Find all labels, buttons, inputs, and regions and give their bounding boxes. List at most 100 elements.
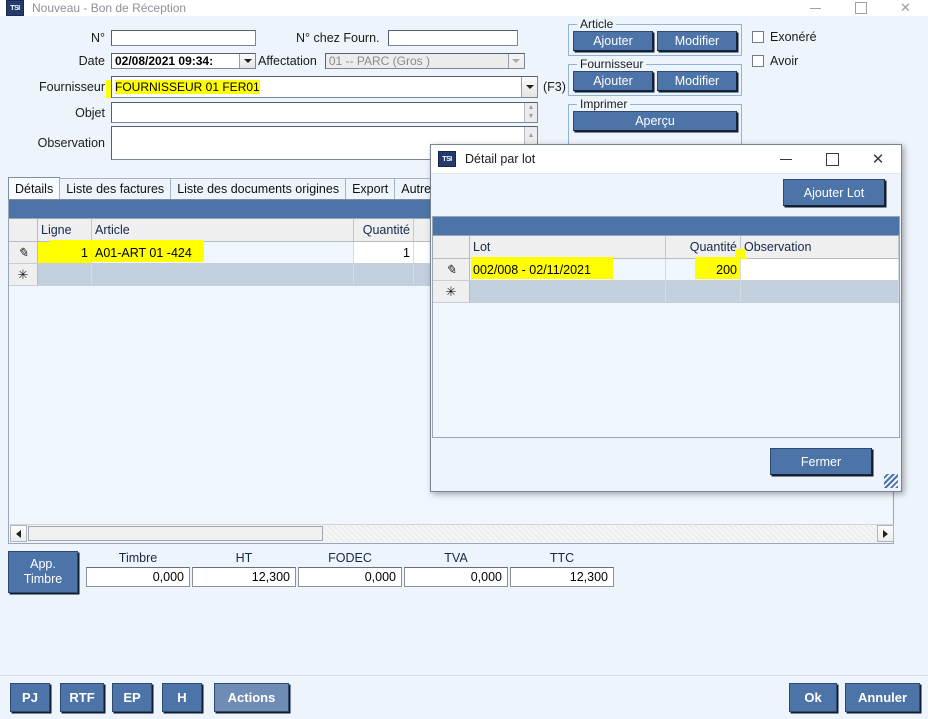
label-fournisseur: Fournisseur — [39, 80, 105, 94]
maximize-icon[interactable] — [838, 0, 883, 16]
objet-spinner[interactable]: ▲ ▼ — [524, 103, 537, 122]
ok-button[interactable]: Ok — [789, 683, 837, 712]
total-ttc-label: TTC — [549, 551, 575, 565]
cell-lot-quantite — [666, 281, 741, 302]
tab-details[interactable]: Détails — [8, 177, 61, 199]
scroll-right-icon[interactable] — [877, 525, 894, 542]
col-ligne[interactable]: Ligne — [38, 219, 92, 241]
date-combo[interactable]: 02/08/2021 09:34: — [111, 53, 256, 69]
fournisseur-value: FOURNISSEUR 01 FER01 — [115, 80, 260, 94]
total-ht: HT 12,300 — [192, 551, 296, 587]
ajouter-lot-button[interactable]: Ajouter Lot — [783, 179, 885, 206]
total-ht-label: HT — [235, 551, 253, 565]
scroll-left-icon[interactable] — [10, 525, 27, 542]
col-lot-quantite[interactable]: Quantité — [666, 236, 741, 258]
checkbox-exonere[interactable]: Exonéré — [752, 30, 817, 44]
hscroll-track[interactable] — [323, 525, 877, 542]
affectation-dropdown-arrow[interactable] — [507, 54, 524, 68]
fournisseur-dropdown-arrow[interactable] — [521, 77, 537, 97]
ep-button[interactable]: EP — [112, 683, 152, 712]
cell-ligne: 1 — [38, 242, 92, 263]
label-observation: Observation — [37, 136, 105, 150]
cell-lot — [470, 281, 666, 302]
tab-liste-des-factures[interactable]: Liste des factures — [59, 178, 172, 199]
dialog-toolbar: Ajouter Lot — [431, 174, 901, 217]
cell-lot-quantite: 200 — [666, 259, 741, 280]
affectation-combo[interactable]: 01 -- PARC (Gros ) — [324, 53, 525, 69]
tab-liste-des-documents-origines[interactable]: Liste des documents origines — [170, 178, 347, 199]
hscroll-thumb[interactable] — [28, 526, 323, 541]
pencil-icon: ✎ — [445, 261, 457, 277]
checkbox-exonere-box[interactable] — [752, 31, 764, 43]
total-timbre-label: Timbre — [118, 551, 158, 565]
group-imprimer-legend: Imprimer — [577, 97, 631, 111]
article-modifier-button[interactable]: Modifier — [657, 31, 737, 51]
col-article[interactable]: Article — [92, 219, 354, 241]
details-grid-hscrollbar[interactable] — [10, 524, 894, 542]
col-lot-observation[interactable]: Observation — [741, 236, 899, 258]
total-ttc-value[interactable]: 12,300 — [510, 567, 614, 587]
label-numero: N° — [90, 31, 105, 45]
checkbox-exonere-label: Exonéré — [770, 30, 817, 44]
table-row[interactable]: ✎ 002/008 - 02/11/2021 200 — [433, 259, 899, 281]
dialog-titlebar[interactable]: TSI Détail par lot ✕ — [431, 145, 901, 174]
annuler-button[interactable]: Annuler — [845, 683, 920, 712]
fournisseur-hint: (F3) — [543, 80, 566, 94]
app-timbre-button[interactable]: App. Timbre — [8, 551, 78, 593]
rtf-button[interactable]: RTF — [60, 683, 104, 712]
h-button[interactable]: H — [162, 683, 202, 712]
row-indicator-new: ✳ — [433, 281, 470, 302]
actions-button[interactable]: Actions — [214, 683, 289, 712]
dialog-minimize-icon[interactable] — [763, 145, 809, 173]
total-tva: TVA 0,000 — [404, 551, 508, 587]
fournisseur-combo[interactable]: FOURNISSEUR 01 FER01 — [111, 76, 538, 98]
checkbox-avoir[interactable]: Avoir — [752, 54, 798, 68]
dialog-close-icon[interactable]: ✕ — [855, 145, 901, 173]
dialog-title: Détail par lot — [465, 152, 536, 166]
total-timbre-value[interactable]: 0,000 — [86, 567, 190, 587]
total-fodec-value[interactable]: 0,000 — [298, 567, 402, 587]
fournisseur-modifier-button[interactable]: Modifier — [657, 71, 737, 91]
cell-lot-quantite-text: 200 — [716, 262, 737, 277]
window-controls: ✕ — [793, 0, 928, 16]
pencil-icon: ✎ — [17, 244, 29, 260]
fermer-button[interactable]: Fermer — [770, 448, 872, 475]
spinner-up-icon: ▲ — [527, 103, 535, 111]
row-indicator-edit: ✎ — [9, 242, 38, 263]
label-date: Date — [78, 54, 105, 68]
dialog-resize-grip[interactable] — [884, 474, 898, 488]
total-tva-value[interactable]: 0,000 — [404, 567, 508, 587]
asterisk-icon: ✳ — [445, 283, 457, 299]
total-ht-value[interactable]: 12,300 — [192, 567, 296, 587]
label-numero-fournisseur: N° chez Fourn. — [296, 31, 380, 45]
main-window-titlebar: TSI Nouveau - Bon de Réception ✕ — [0, 0, 928, 17]
col-lot[interactable]: Lot — [470, 236, 666, 258]
cell-quantite — [354, 264, 414, 285]
numero-input[interactable] — [111, 30, 256, 46]
date-value: 02/08/2021 09:34: — [115, 54, 214, 68]
pj-button[interactable]: PJ — [10, 683, 50, 712]
tab-export[interactable]: Export — [345, 178, 396, 199]
table-row[interactable]: ✳ — [433, 281, 899, 303]
spinner-up-icon: ▲ — [527, 131, 535, 139]
col-quantite[interactable]: Quantité — [354, 219, 414, 241]
detail-par-lot-dialog: TSI Détail par lot ✕ Ajouter Lot Lot Qua… — [430, 144, 902, 492]
date-dropdown-arrow[interactable] — [239, 54, 255, 68]
minimize-icon[interactable] — [793, 0, 838, 16]
imprimer-apercu-button[interactable]: Aperçu — [573, 111, 737, 131]
dialog-maximize-icon[interactable] — [809, 145, 855, 173]
bottom-action-bar: PJ RTF EP H Actions Ok Annuler — [0, 675, 928, 719]
group-fournisseur-legend: Fournisseur — [577, 57, 647, 71]
total-timbre: Timbre 0,000 — [86, 551, 190, 587]
checkbox-avoir-label: Avoir — [770, 54, 799, 68]
fournisseur-ajouter-button[interactable]: Ajouter — [573, 71, 653, 91]
objet-input[interactable]: ▲ ▼ — [111, 102, 538, 123]
article-ajouter-button[interactable]: Ajouter — [573, 31, 653, 51]
cell-lot-observation — [741, 259, 899, 280]
checkbox-avoir-box[interactable] — [752, 55, 764, 67]
dialog-window-controls: ✕ — [763, 145, 901, 173]
window-title: Nouveau - Bon de Réception — [32, 1, 187, 15]
numero-fournisseur-input[interactable] — [387, 30, 518, 46]
cell-lot: 002/008 - 02/11/2021 — [470, 259, 666, 280]
close-icon[interactable]: ✕ — [883, 0, 928, 16]
